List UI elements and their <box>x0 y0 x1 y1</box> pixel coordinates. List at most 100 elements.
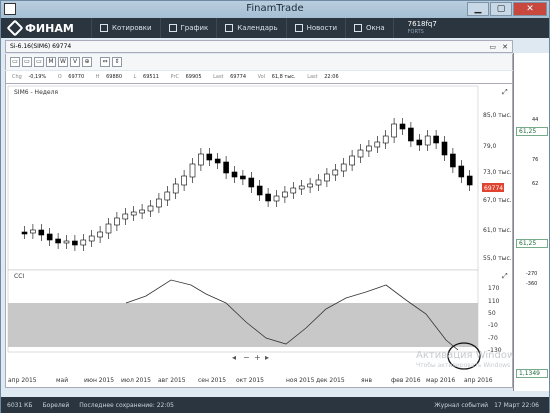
time-tick-label: окт 2015 <box>236 377 264 384</box>
finam-logo: ФИНАМ <box>1 19 91 37</box>
candle-body <box>433 135 439 144</box>
w-tool-button[interactable]: W <box>58 57 68 67</box>
candle-body <box>366 145 372 152</box>
scroll-right-icon[interactable]: ▸ <box>265 353 269 362</box>
menu-chart[interactable]: График <box>159 18 217 38</box>
windows-icon <box>354 24 363 32</box>
candle-body <box>416 139 423 146</box>
time-tick-label: июл 2015 <box>121 377 151 384</box>
status-datetime: 17 Март 22:06 <box>494 401 539 409</box>
candle-body <box>307 183 313 188</box>
candle-body <box>399 123 406 130</box>
event-log-link[interactable]: Журнал событий <box>434 402 488 409</box>
time-tick-label: май <box>56 377 68 384</box>
time-tick-label: дек 2015 <box>316 377 345 384</box>
candle-body <box>349 155 355 166</box>
candle-body <box>315 179 322 186</box>
side-badge-1: 61,25 <box>516 127 548 136</box>
last-value: 69774 <box>230 74 247 80</box>
m-tool-button[interactable]: M <box>46 57 56 67</box>
line-tool-button[interactable]: ▭ <box>22 57 32 67</box>
scroll-left-icon[interactable]: ◂ <box>232 353 236 362</box>
activation-watermark: Активация Windows <box>416 350 521 361</box>
main-menu: ФИНАМ Котировки График Календарь Новости… <box>1 18 549 38</box>
cursor-tool-button[interactable]: ▭ <box>10 57 20 67</box>
status-server: Борелей <box>42 401 70 409</box>
vscale-tool-button[interactable]: ⇕ <box>112 57 122 67</box>
time-tick-label: апр 2015 <box>8 377 37 384</box>
tab-settings-icon[interactable]: ▭ <box>489 41 496 53</box>
candle-body <box>382 135 389 144</box>
menu-news[interactable]: Новости <box>285 18 345 38</box>
candle-body <box>357 149 364 158</box>
candle-body <box>265 193 271 202</box>
candle-body <box>122 213 129 220</box>
price-tick-label: 73,0 тыс. <box>483 169 512 176</box>
zoom-out-icon[interactable]: − <box>243 353 250 362</box>
crosshair-tool-button[interactable]: ⊕ <box>82 57 92 67</box>
menu-calendar[interactable]: Календарь <box>216 18 285 38</box>
low-value: 69511 <box>143 74 159 80</box>
account-selector[interactable]: 7618fq7 FORTS <box>392 18 445 38</box>
candle-body <box>30 229 36 234</box>
time-tick-label: авг 2015 <box>158 377 186 384</box>
candle-body <box>88 235 95 242</box>
candle-body <box>340 163 347 172</box>
time-tick-label: ноя 2015 <box>286 377 315 384</box>
cci-tick-label: -70 <box>488 335 498 342</box>
price-pane-expand-icon[interactable]: ⤢ <box>502 88 508 96</box>
rect-tool-button[interactable]: ▭ <box>34 57 44 67</box>
chg-value: -0,19% <box>28 74 47 80</box>
candle-body <box>189 163 196 178</box>
title-bar: FinamTrade ▁ ▢ ✕ <box>1 1 549 18</box>
time-value: 22:06 <box>324 74 339 80</box>
time-tick-label: мар 2016 <box>426 377 455 384</box>
close-button[interactable]: ✕ <box>513 2 547 16</box>
candle-body <box>298 185 305 190</box>
candle-body <box>206 153 213 161</box>
candle-body <box>223 161 229 174</box>
candle-body <box>198 153 204 166</box>
cci-pane-expand-icon[interactable]: ⤢ <box>502 272 508 280</box>
candle-body <box>164 191 171 201</box>
last-price-tag-text: 69774 <box>484 185 503 192</box>
chart-toolbar: ▭ ▭ ▭ M W V ⊕ ⇔ ⇕ <box>5 54 513 70</box>
side-value-2: 76 <box>532 157 539 163</box>
calendar-icon <box>225 24 234 32</box>
candle-body <box>172 183 179 194</box>
time-tick-label: апр 2016 <box>464 377 493 384</box>
status-speed: 6031 КБ <box>7 401 33 409</box>
candle-body <box>424 135 431 146</box>
candle-body <box>181 175 187 186</box>
zoom-in-icon[interactable]: + <box>254 353 261 362</box>
minimize-button[interactable]: ▁ <box>467 2 489 16</box>
candle-body <box>466 175 473 186</box>
status-bar: 6031 КБ Борелей Последнее сохранение: 22… <box>1 397 549 413</box>
prev-close-value: 69905 <box>185 74 202 80</box>
chart-area[interactable]: SIM6 - Неделя 85,0 тыс. 79,0 73,0 тыс. 67,0… <box>5 83 513 388</box>
price-tick-label: 61,0 тыс. <box>483 227 512 234</box>
account-id: 7618fq7 <box>407 20 437 28</box>
candle-body <box>391 123 397 138</box>
menu-quotes[interactable]: Котировки <box>91 18 160 38</box>
time-tick-label: сен 2015 <box>198 377 226 384</box>
cci-tick-label: -10 <box>488 322 498 329</box>
volume-value: 61,8 тыс. <box>271 74 296 80</box>
candle-body <box>441 141 448 156</box>
chart-tab[interactable]: Si-6.16(SIM6) 69774 ▭ ✕ <box>5 40 513 53</box>
cci-tick-label: 110 <box>488 298 500 305</box>
maximize-button[interactable]: ▢ <box>490 2 512 16</box>
side-panel: 44 61,25 76 62 61,25 -270 -360 1,1349 <box>513 53 549 391</box>
candle-body <box>55 238 61 244</box>
side-value-1: 44 <box>532 117 539 123</box>
candlestick-chart[interactable]: SIM6 - Неделя 85,0 тыс. 79,0 73,0 тыс. 67,0… <box>6 84 512 387</box>
logo-icon <box>6 19 24 37</box>
hscale-tool-button[interactable]: ⇔ <box>100 57 110 67</box>
v-tool-button[interactable]: V <box>70 57 80 67</box>
tab-close-icon[interactable]: ✕ <box>502 41 508 53</box>
menu-windows[interactable]: Окна <box>345 18 393 38</box>
chart-tab-title: Si-6.16(SIM6) 69774 <box>10 43 72 50</box>
price-tick-label: 55,0 тыс. <box>483 255 512 262</box>
time-axis: апр 2015 май июн 2015 июл 2015 авг 2015 сен 2… <box>8 377 493 384</box>
candle-body <box>38 229 45 236</box>
